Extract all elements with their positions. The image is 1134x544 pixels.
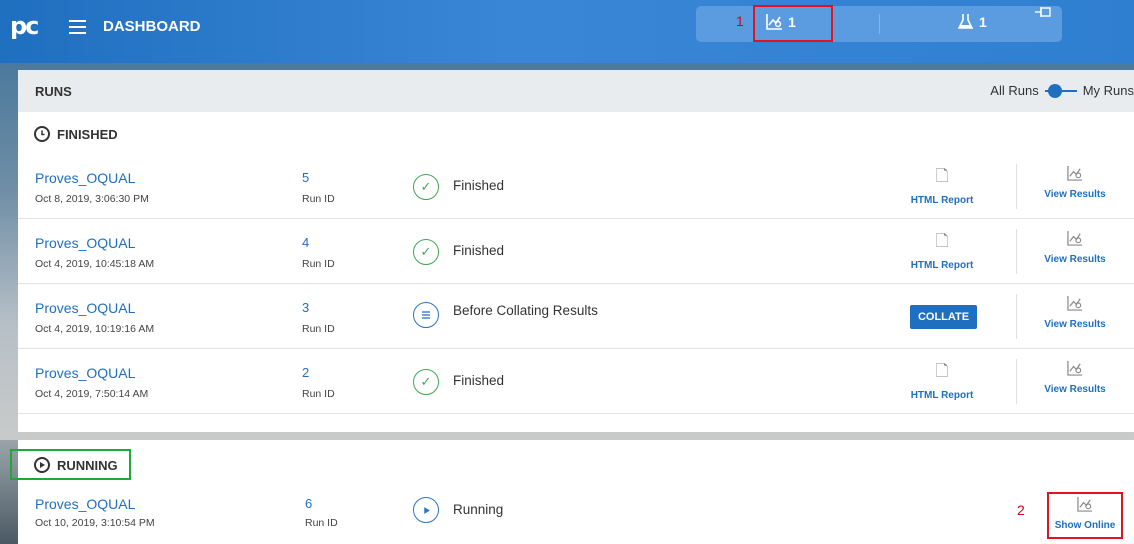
table-row: Proves_OQUAL Oct 8, 2019, 3:06:30 PM 5 R… [18,154,1134,219]
run-id-value[interactable]: 4 [302,235,309,250]
table-row: Proves_OQUAL Oct 4, 2019, 10:19:16 AM 3 … [18,284,1134,349]
divider [1016,229,1017,274]
flask-icon [957,14,974,29]
run-date: Oct 4, 2019, 7:50:14 AM [35,388,149,400]
play-icon [413,497,439,523]
report-icon: 🗋 [935,363,949,380]
divider [1016,164,1017,209]
html-report-button[interactable]: 🗋 HTML Report [904,230,980,271]
pin-icon[interactable] [1035,7,1053,20]
view-results-label: View Results [1044,254,1106,265]
html-report-label: HTML Report [910,260,974,271]
run-name-link[interactable]: Proves_OQUAL [35,170,135,186]
run-name-link[interactable]: Proves_OQUAL [35,496,135,512]
highlight-box-running [10,449,131,480]
check-circle-icon: ✓ [413,239,439,265]
run-status: Finished [453,243,505,258]
highlight-box-1 [753,5,833,42]
collating-icon [413,302,439,328]
runs-filter-toggle[interactable]: All Runs My Runs [990,83,1134,98]
run-id-value[interactable]: 5 [302,170,309,185]
run-date: Oct 8, 2019, 3:06:30 PM [35,193,149,205]
table-row: Proves_OQUAL Oct 4, 2019, 10:45:18 AM 4 … [18,219,1134,284]
run-date: Oct 4, 2019, 10:19:16 AM [35,323,155,335]
page-title: DASHBOARD [103,18,201,35]
table-row: Proves_OQUAL Oct 4, 2019, 7:50:14 AM 2 R… [18,349,1134,414]
run-id-value[interactable]: 3 [302,300,309,315]
view-results-icon [1030,295,1120,316]
status-widget [696,6,1062,42]
annotation-label-2: 2 [1017,502,1025,518]
running-panel: RUNNING Proves_OQUAL Oct 10, 2019, 3:10:… [10,440,1134,544]
view-results-button[interactable]: View Results [1030,360,1120,395]
html-report-button[interactable]: 🗋 HTML Report [904,360,980,401]
app-logo[interactable]: pc [10,14,50,38]
run-id-value[interactable]: 2 [302,365,309,380]
view-results-label: View Results [1044,189,1106,200]
report-icon: 🗋 [935,168,949,185]
run-id-label: Run ID [302,323,335,335]
run-status: Finished [453,178,505,193]
run-name-link[interactable]: Proves_OQUAL [35,300,135,316]
menu-icon[interactable] [69,20,86,34]
run-date: Oct 4, 2019, 10:45:18 AM [35,258,155,270]
run-status: Finished [453,373,505,388]
tests-indicator[interactable]: 1 [957,13,987,30]
run-status: Running [453,502,504,517]
view-results-icon [1030,230,1120,251]
view-results-button[interactable]: View Results [1030,295,1120,330]
run-name-link[interactable]: Proves_OQUAL [35,235,135,251]
check-circle-icon: ✓ [413,174,439,200]
run-id-value[interactable]: 6 [305,496,312,511]
runs-panel: RUNS All Runs My Runs FINISHED Proves_OQ… [18,70,1134,432]
view-results-icon [1030,360,1120,381]
runs-panel-title: RUNS [35,84,72,99]
run-id-label: Run ID [302,193,335,205]
toggle-my-runs-label[interactable]: My Runs [1083,83,1134,98]
divider [879,14,880,34]
report-icon: 🗋 [935,233,949,250]
divider [1016,359,1017,404]
toggle-switch[interactable] [1044,83,1077,98]
runs-panel-header: RUNS All Runs My Runs [18,70,1134,112]
divider [1016,294,1017,339]
tests-count: 1 [979,13,987,30]
run-id-label: Run ID [302,388,335,400]
view-results-label: View Results [1044,319,1106,330]
toggle-all-runs-label[interactable]: All Runs [990,83,1038,98]
run-status: Before Collating Results [453,303,598,318]
view-results-button[interactable]: View Results [1030,165,1120,200]
html-report-label: HTML Report [910,195,974,206]
html-report-button[interactable]: 🗋 HTML Report [904,165,980,206]
run-id-label: Run ID [302,258,335,270]
view-results-button[interactable]: View Results [1030,230,1120,265]
collate-button[interactable]: COLLATE [910,305,977,329]
finished-section-header: FINISHED [34,126,118,142]
clock-icon [34,126,50,142]
highlight-box-2 [1047,492,1123,539]
check-circle-icon: ✓ [413,369,439,395]
html-report-label: HTML Report [910,390,974,401]
view-results-icon [1030,165,1120,186]
run-id-label: Run ID [305,517,338,529]
annotation-label-1: 1 [736,13,744,29]
run-date: Oct 10, 2019, 3:10:54 PM [35,517,155,529]
top-bar: pc DASHBOARD 1 1 1 [0,0,1134,63]
run-name-link[interactable]: Proves_OQUAL [35,365,135,381]
view-results-label: View Results [1044,384,1106,395]
finished-heading: FINISHED [57,126,118,142]
